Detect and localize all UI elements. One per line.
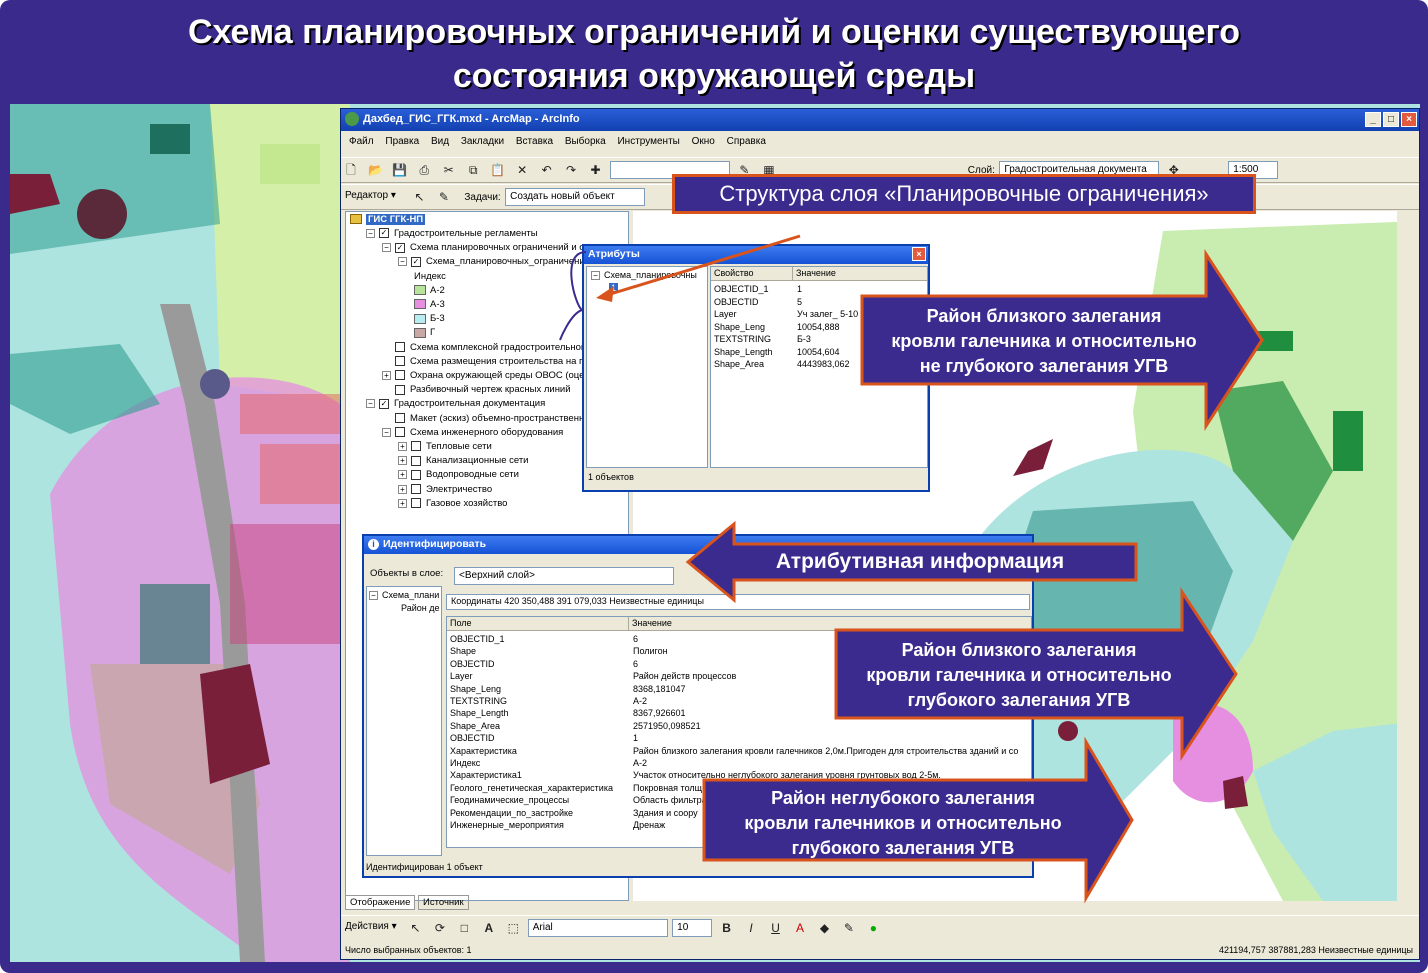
structure-pointer-line bbox=[603, 234, 801, 298]
callout-zone3-line3: глубокого залегания УГВ bbox=[791, 838, 1015, 858]
callout-zone2-line2: кровли галечника и относительно bbox=[866, 665, 1172, 685]
callout-zone1-line1: Район близкого залегания bbox=[926, 306, 1162, 326]
callout-attrib-info: Атрибутивная информация bbox=[775, 550, 1065, 573]
callout-zone1: Район близкого залегания кровли галечник… bbox=[866, 304, 1222, 379]
callout-zone2: Район близкого залегания кровли галечник… bbox=[840, 638, 1198, 713]
structure-brace bbox=[559, 251, 587, 341]
callout-zone1-line3: не глубокого залегания УГВ bbox=[919, 356, 1169, 376]
callout-zone3-line2: кровли галечников и относительно bbox=[744, 813, 1062, 833]
callout-zone2-line1: Район близкого залегания bbox=[901, 640, 1137, 660]
slide-frame: Схема планировочных ограничений и оценки… bbox=[0, 0, 1428, 973]
callout-zone1-line2: кровли галечника и относительно bbox=[891, 331, 1197, 351]
callout-zone3: Район неглубокого залегания кровли галеч… bbox=[708, 786, 1098, 861]
structure-pointer-head bbox=[596, 286, 614, 302]
callout-zone2-line3: глубокого залегания УГВ bbox=[907, 690, 1131, 710]
callout-zone3-line1: Район неглубокого залегания bbox=[771, 788, 1035, 808]
